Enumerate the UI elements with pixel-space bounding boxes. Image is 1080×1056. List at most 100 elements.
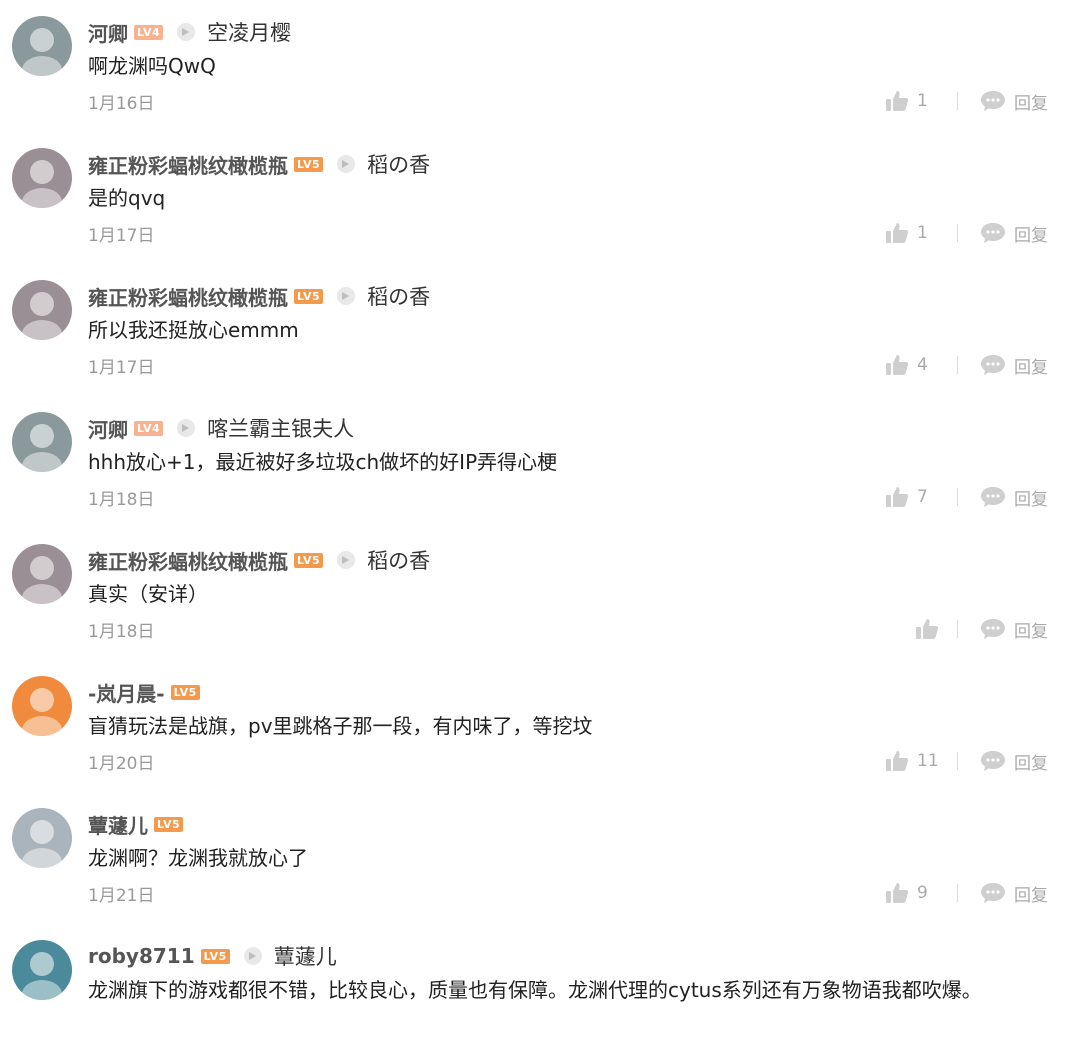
reply-target-username[interactable]: 喀兰霸主银夫人 bbox=[207, 413, 354, 443]
comment-header: 雍正粉彩蝠桃纹橄榄瓶 LV5 稻の香 bbox=[88, 280, 430, 312]
avatar[interactable] bbox=[12, 280, 72, 340]
comment-actions: 7 回复 bbox=[885, 483, 1048, 511]
thumbs-up-icon[interactable] bbox=[885, 749, 909, 773]
divider bbox=[957, 884, 958, 902]
level-badge: LV5 bbox=[294, 288, 324, 304]
like-count: 11 bbox=[917, 751, 939, 771]
comment-list: 河卿 LV4 空凌月樱 啊龙渊吗QwQ 1月16日 1 回复 雍正粉彩蝠桃纹橄榄… bbox=[0, 0, 1080, 1003]
thumbs-up-icon[interactable] bbox=[885, 485, 909, 509]
reply-to-arrow-icon bbox=[177, 23, 196, 41]
comment-actions: 1 回复 bbox=[885, 87, 1048, 115]
comment-text: 龙渊啊？龙渊我就放心了 bbox=[88, 846, 308, 870]
chat-bubble-icon[interactable] bbox=[980, 353, 1006, 377]
reply-button[interactable]: 回复 bbox=[1014, 89, 1048, 114]
level-badge: LV5 bbox=[200, 948, 230, 964]
chat-bubble-icon[interactable] bbox=[980, 485, 1006, 509]
avatar[interactable] bbox=[12, 412, 72, 472]
comment-actions: 9 回复 bbox=[885, 879, 1048, 907]
reply-button[interactable]: 回复 bbox=[1014, 749, 1048, 774]
avatar[interactable] bbox=[12, 16, 72, 76]
thumbs-up-icon[interactable] bbox=[885, 89, 909, 113]
comment-text: 啊龙渊吗QwQ bbox=[88, 54, 216, 78]
reply-target-username[interactable]: 空凌月樱 bbox=[207, 17, 291, 47]
divider bbox=[957, 488, 958, 506]
comment-text: 盲猜玩法是战旗，pv里跳格子那一段，有内味了，等挖坟 bbox=[88, 714, 593, 738]
username[interactable]: roby8711 bbox=[88, 944, 195, 968]
reply-to-arrow-icon bbox=[243, 947, 262, 965]
like-count: 9 bbox=[917, 883, 928, 903]
level-badge: LV5 bbox=[294, 156, 324, 172]
level-badge: LV4 bbox=[134, 24, 164, 40]
comment-date: 1月21日 bbox=[88, 886, 155, 906]
reply-button[interactable]: 回复 bbox=[1014, 617, 1048, 642]
comment-item: -岚月晨- LV5 盲猜玩法是战旗，pv里跳格子那一段，有内味了，等挖坟 1月2… bbox=[0, 660, 1080, 792]
comment-item: 河卿 LV4 喀兰霸主银夫人 hhh放心+1，最近被好多垃圾ch做坏的好IP弄得… bbox=[0, 396, 1080, 528]
username[interactable]: 雍正粉彩蝠桃纹橄榄瓶 bbox=[88, 546, 288, 575]
like-count: 7 bbox=[917, 487, 928, 507]
comment-header: roby8711 LV5 蕈蘧儿 bbox=[88, 940, 337, 972]
username[interactable]: 河卿 bbox=[88, 414, 128, 443]
reply-button[interactable]: 回复 bbox=[1014, 881, 1048, 906]
chat-bubble-icon[interactable] bbox=[980, 89, 1006, 113]
like-count: 1 bbox=[917, 91, 928, 111]
avatar[interactable] bbox=[12, 544, 72, 604]
divider bbox=[957, 92, 958, 110]
chat-bubble-icon[interactable] bbox=[980, 221, 1006, 245]
comment-text: hhh放心+1，最近被好多垃圾ch做坏的好IP弄得心梗 bbox=[88, 450, 558, 474]
username[interactable]: 蕈蘧儿 bbox=[88, 810, 148, 839]
comment-header: 蕈蘧儿 LV5 bbox=[88, 808, 184, 840]
reply-target-username[interactable]: 稻の香 bbox=[367, 149, 430, 179]
avatar[interactable] bbox=[12, 940, 72, 1000]
comment-text: 所以我还挺放心emmm bbox=[88, 318, 299, 342]
comment-date: 1月20日 bbox=[88, 754, 155, 774]
comment-item: 河卿 LV4 空凌月樱 啊龙渊吗QwQ 1月16日 1 回复 bbox=[0, 0, 1080, 132]
reply-target-username[interactable]: 稻の香 bbox=[367, 281, 430, 311]
comment-actions: 4 回复 bbox=[885, 351, 1048, 379]
comment-header: -岚月晨- LV5 bbox=[88, 676, 200, 708]
avatar[interactable] bbox=[12, 676, 72, 736]
comment-header: 河卿 LV4 喀兰霸主银夫人 bbox=[88, 412, 354, 444]
reply-target-username[interactable]: 稻の香 bbox=[367, 545, 430, 575]
chat-bubble-icon[interactable] bbox=[980, 617, 1006, 641]
reply-to-arrow-icon bbox=[337, 551, 356, 569]
reply-target-username[interactable]: 蕈蘧儿 bbox=[274, 941, 337, 971]
thumbs-up-icon[interactable] bbox=[885, 881, 909, 905]
comment-text: 真实（安详） bbox=[88, 582, 208, 606]
reply-button[interactable]: 回复 bbox=[1014, 485, 1048, 510]
level-badge: LV5 bbox=[294, 552, 324, 568]
comment-item: roby8711 LV5 蕈蘧儿 龙渊旗下的游戏都很不错，比较良心，质量也有保障… bbox=[0, 924, 1080, 1056]
divider bbox=[957, 752, 958, 770]
like-count: 4 bbox=[917, 355, 928, 375]
comment-item: 雍正粉彩蝠桃纹橄榄瓶 LV5 稻の香 所以我还挺放心emmm 1月17日 4 回… bbox=[0, 264, 1080, 396]
chat-bubble-icon[interactable] bbox=[980, 881, 1006, 905]
thumbs-up-icon[interactable] bbox=[885, 353, 909, 377]
username[interactable]: 雍正粉彩蝠桃纹橄榄瓶 bbox=[88, 150, 288, 179]
reply-button[interactable]: 回复 bbox=[1014, 353, 1048, 378]
reply-to-arrow-icon bbox=[177, 419, 196, 437]
avatar[interactable] bbox=[12, 808, 72, 868]
level-badge: LV5 bbox=[154, 816, 184, 832]
username[interactable]: 雍正粉彩蝠桃纹橄榄瓶 bbox=[88, 282, 288, 311]
comment-actions: 回复 bbox=[915, 615, 1048, 643]
comment-date: 1月18日 bbox=[88, 490, 155, 510]
username[interactable]: 河卿 bbox=[88, 18, 128, 47]
reply-to-arrow-icon bbox=[337, 287, 356, 305]
thumbs-up-icon[interactable] bbox=[885, 221, 909, 245]
comment-header: 雍正粉彩蝠桃纹橄榄瓶 LV5 稻の香 bbox=[88, 544, 430, 576]
reply-button[interactable]: 回复 bbox=[1014, 221, 1048, 246]
level-badge: LV5 bbox=[170, 684, 200, 700]
comment-item: 雍正粉彩蝠桃纹橄榄瓶 LV5 稻の香 是的qvq 1月17日 1 回复 bbox=[0, 132, 1080, 264]
chat-bubble-icon[interactable] bbox=[980, 749, 1006, 773]
reply-to-arrow-icon bbox=[337, 155, 356, 173]
comment-actions: 11 回复 bbox=[885, 747, 1048, 775]
like-count: 1 bbox=[917, 223, 928, 243]
comment-header: 雍正粉彩蝠桃纹橄榄瓶 LV5 稻の香 bbox=[88, 148, 430, 180]
comment-item: 雍正粉彩蝠桃纹橄榄瓶 LV5 稻の香 真实（安详） 1月18日 回复 bbox=[0, 528, 1080, 660]
divider bbox=[957, 224, 958, 242]
username[interactable]: -岚月晨- bbox=[88, 678, 165, 707]
divider bbox=[957, 356, 958, 374]
thumbs-up-icon[interactable] bbox=[915, 617, 939, 641]
divider bbox=[957, 620, 958, 638]
comment-actions: 1 回复 bbox=[885, 219, 1048, 247]
avatar[interactable] bbox=[12, 148, 72, 208]
